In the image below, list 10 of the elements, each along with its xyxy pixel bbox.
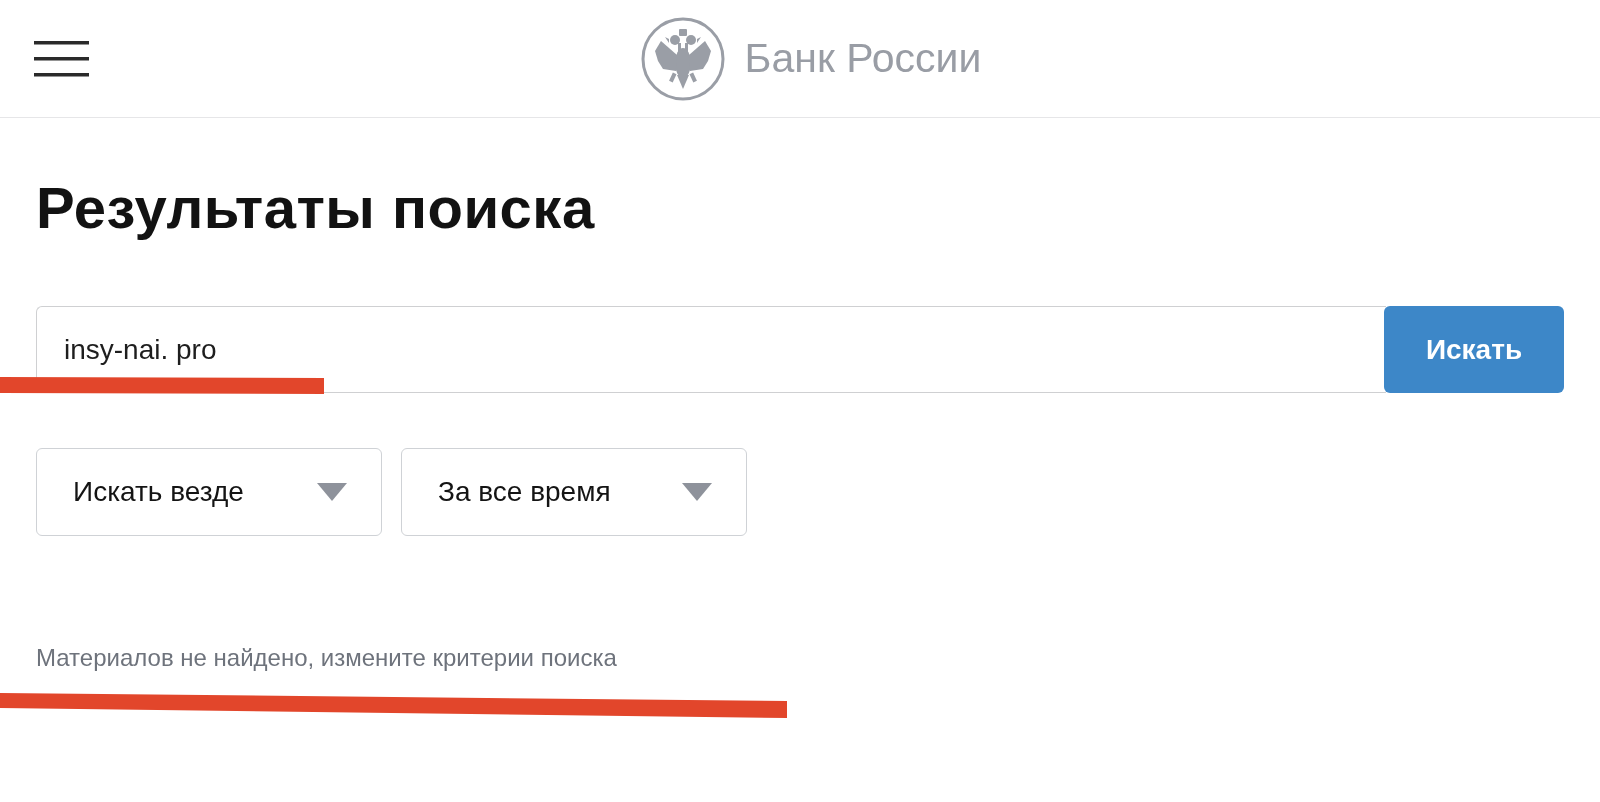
- no-results-message: Материалов не найдено, измените критерии поиска: [36, 643, 618, 673]
- menu-icon[interactable]: [34, 40, 89, 77]
- filter-dropdown[interactable]: Искать везде: [36, 448, 382, 536]
- caret-icon: [317, 483, 347, 501]
- search-field[interactable]: insy-nai. pro: [36, 306, 1386, 393]
- caret-icon: [682, 483, 712, 501]
- filter-dropdown[interactable]: За все время: [401, 448, 747, 536]
- eagle-emblem-icon: [640, 16, 725, 101]
- search-button[interactable]: Искать: [1384, 306, 1564, 393]
- page-title: Результаты поиска: [36, 174, 596, 242]
